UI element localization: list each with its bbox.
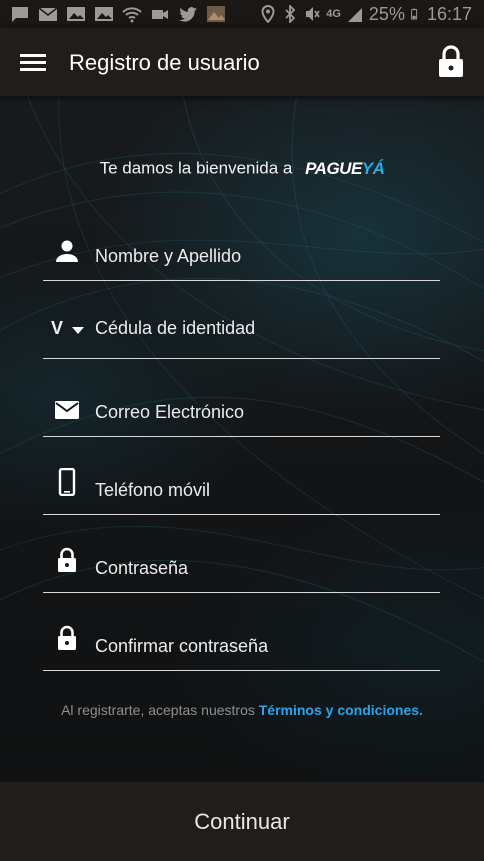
password-field-label: Contraseña bbox=[95, 558, 189, 578]
image-icon bbox=[67, 7, 85, 21]
id-type-select[interactable]: V bbox=[51, 318, 63, 339]
chevron-down-icon[interactable] bbox=[71, 325, 85, 335]
logo-text-pague: PAGUE bbox=[305, 158, 362, 178]
name-field-label: Nombre y Apellido bbox=[95, 246, 242, 266]
battery-percent: 25% bbox=[368, 3, 405, 24]
name-field[interactable]: Nombre y Apellido bbox=[43, 232, 440, 281]
notification-icons bbox=[10, 4, 226, 24]
terms-notice: Al registrarte, aceptas nuestros Término… bbox=[0, 702, 484, 718]
continue-button-label: Continuar bbox=[194, 808, 290, 834]
continue-button[interactable]: Continuar bbox=[0, 782, 484, 861]
bluetooth-icon bbox=[285, 5, 296, 23]
mail-icon bbox=[38, 7, 58, 21]
location-icon bbox=[261, 5, 275, 23]
twitter-icon bbox=[179, 7, 197, 22]
lock-icon bbox=[58, 625, 76, 650]
network-type: 4G bbox=[326, 8, 341, 20]
phone-field[interactable]: Teléfono móvil bbox=[43, 466, 440, 515]
page-title: Registro de usuario bbox=[69, 50, 260, 75]
status-bar: 4G 25% 16:17 bbox=[0, 0, 484, 28]
confirm-password-field[interactable]: Confirmar contraseña bbox=[43, 622, 440, 671]
lock-icon bbox=[58, 547, 76, 572]
video-icon bbox=[152, 10, 168, 19]
system-status: 4G 25% 16:17 bbox=[260, 3, 472, 25]
signal-icon bbox=[347, 8, 362, 22]
person-icon bbox=[56, 240, 78, 262]
image-icon bbox=[95, 7, 113, 21]
email-field-label: Correo Electrónico bbox=[95, 402, 245, 422]
pagueya-logo: PAGUEYÁ bbox=[305, 158, 385, 179]
menu-icon[interactable] bbox=[14, 46, 52, 78]
lock-icon[interactable] bbox=[434, 44, 468, 80]
background-pattern bbox=[0, 96, 484, 663]
mute-icon bbox=[306, 7, 320, 21]
email-field[interactable]: Correo Electrónico bbox=[43, 388, 440, 437]
phone-field-label: Teléfono móvil bbox=[95, 480, 211, 500]
app-bar: Registro de usuario bbox=[0, 28, 484, 96]
clock: 16:17 bbox=[426, 3, 472, 24]
battery-icon bbox=[411, 8, 418, 20]
welcome-text: Te damos la bienvenida a bbox=[99, 158, 293, 178]
welcome-message: Te damos la bienvenida a PAGUEYÁ bbox=[0, 158, 484, 179]
terms-text: Al registrarte, aceptas nuestros bbox=[61, 702, 255, 718]
photo-icon bbox=[207, 6, 225, 22]
chat-icon bbox=[12, 7, 28, 22]
confirm-password-field-label: Confirmar contraseña bbox=[95, 636, 269, 656]
email-icon bbox=[55, 401, 79, 419]
password-field[interactable]: Contraseña bbox=[43, 544, 440, 593]
id-field[interactable]: V Cédula de identidad bbox=[43, 310, 440, 359]
wifi-icon bbox=[122, 7, 142, 23]
id-field-label: Cédula de identidad bbox=[95, 318, 256, 338]
phone-icon bbox=[58, 468, 76, 496]
terms-link[interactable]: Términos y condiciones. bbox=[259, 702, 423, 718]
logo-text-ya: YÁ bbox=[361, 158, 385, 178]
registration-form: Te damos la bienvenida a PAGUEYÁ Nombre … bbox=[0, 96, 484, 782]
